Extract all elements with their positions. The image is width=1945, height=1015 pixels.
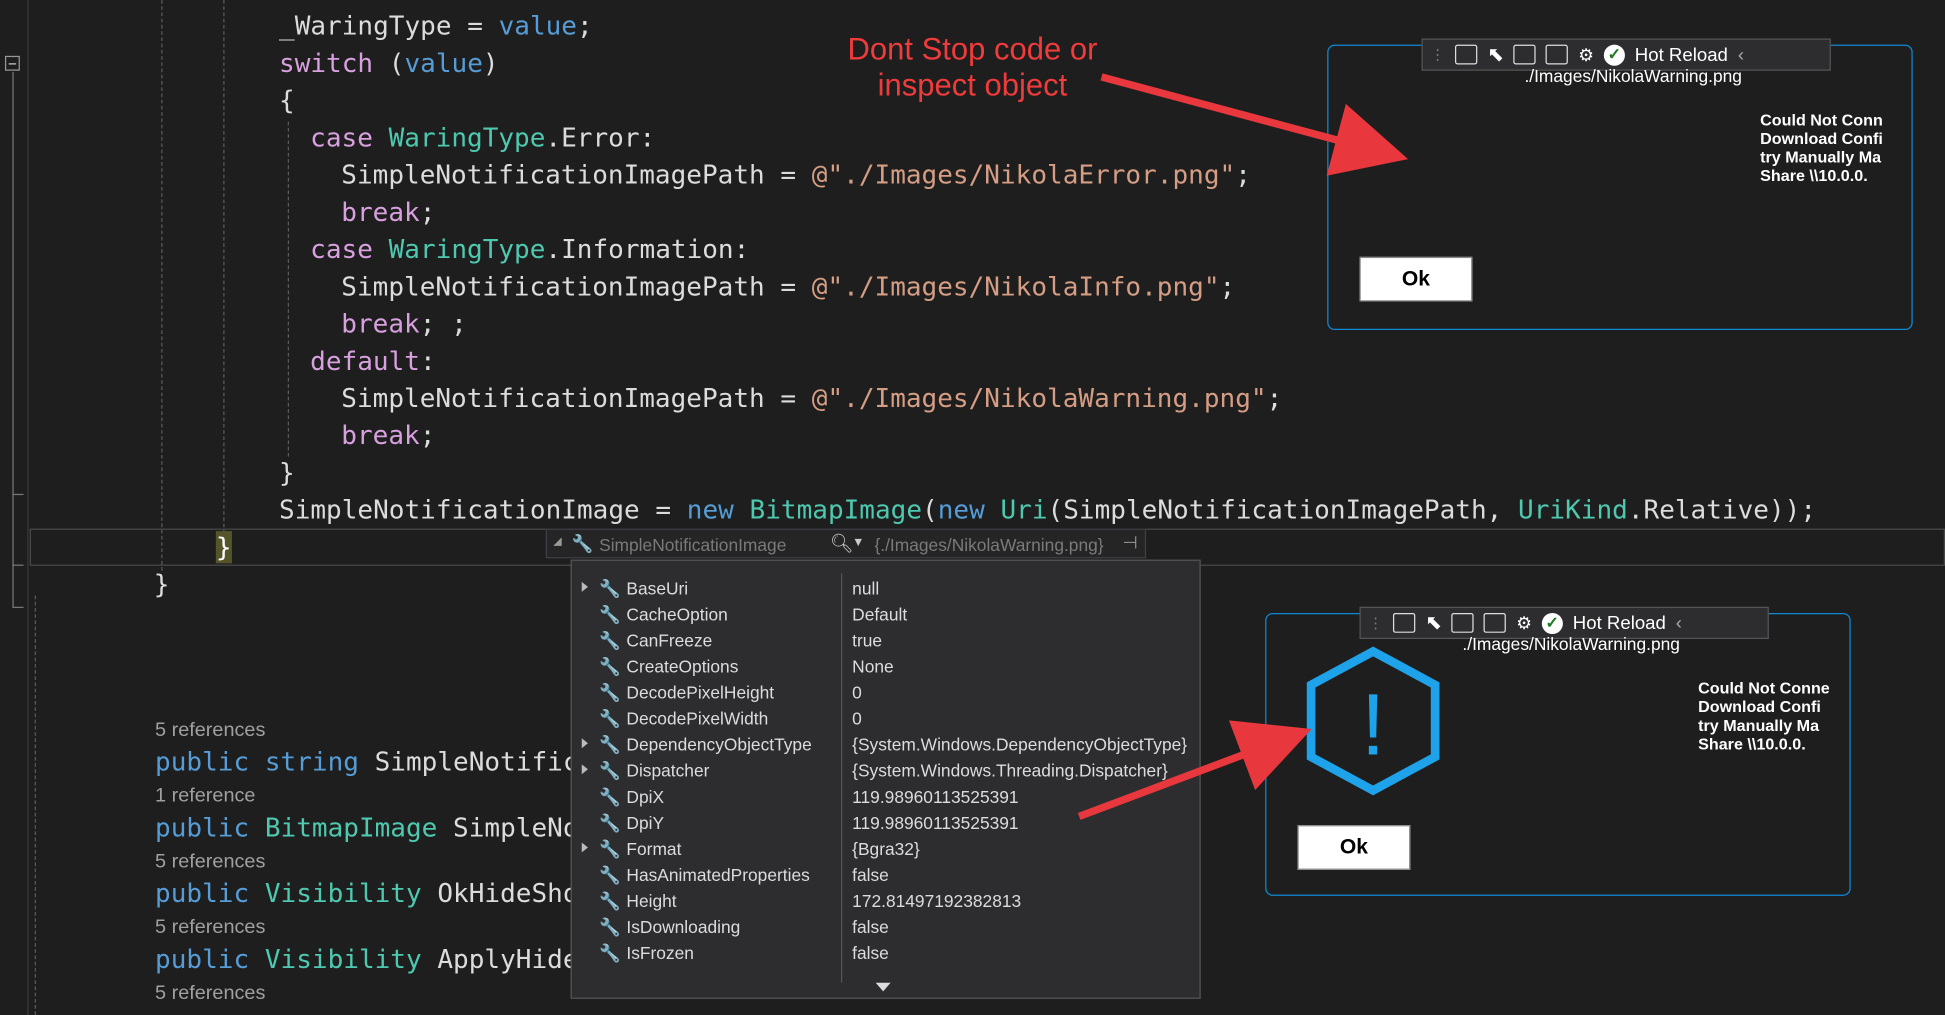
arrow-to-warning-icon [1077, 720, 1312, 820]
annotation-arrows [1077, 73, 1409, 820]
arrow-to-top-preview [1100, 73, 1409, 176]
